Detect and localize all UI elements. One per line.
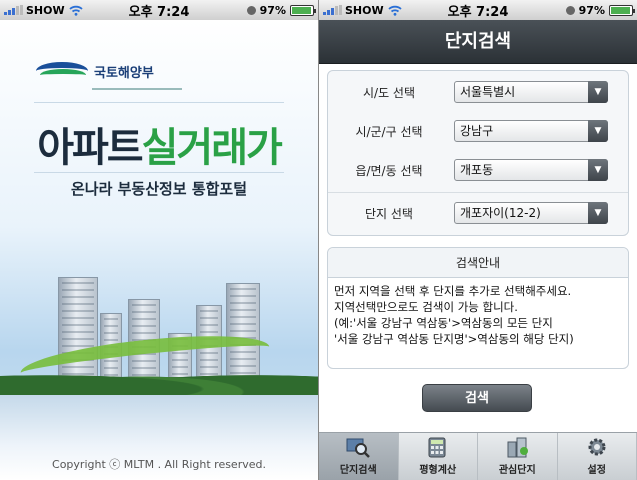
divider [34, 102, 284, 103]
carrier-name: SHOW [26, 3, 65, 17]
guide-line: 지역선택만으로도 검색이 가능 합니다. [334, 300, 518, 314]
divider [328, 192, 628, 193]
field-row-district: 시/군/구 선택 강남구 ▼ [328, 112, 628, 150]
carrier-name: SHOW [345, 3, 384, 17]
app-title: 아파트실거래가 [0, 115, 318, 173]
ministry-name: 국토해양부 [94, 65, 154, 81]
page-title: 단지검색 [319, 20, 637, 64]
orientation-lock-icon [246, 5, 256, 15]
ministry-logo-mark [36, 60, 88, 82]
field-row-complex: 단지 선택 개포자이(12-2) ▼ [328, 194, 628, 232]
field-row-province: 시/도 선택 서울특별시 ▼ [328, 73, 628, 111]
select-value: 서울특별시 [460, 85, 516, 99]
guide-title: 검색안내 [328, 248, 628, 278]
status-bar: SHOW 오후 7:24 97% [319, 0, 637, 20]
city-skyline-illustration [0, 255, 318, 395]
field-label: 단지 선택 [365, 206, 413, 221]
search-content: 시/도 선택 서울특별시 ▼ 시/군/구 선택 강남구 ▼ 읍/면/동 선택 개포동… [319, 64, 637, 432]
app-title-part2: 실거래가 [141, 125, 283, 171]
province-select[interactable]: 서울특별시 ▼ [454, 81, 608, 103]
guide-line: (예:'서울 강남구 역삼동'>역삼동의 모든 단지 [334, 316, 553, 330]
copyright-text: Copyright ⓒ MLTM . All Right reserved. [52, 458, 266, 471]
building-icon [507, 437, 529, 458]
ministry-logo: 국토해양부 [36, 60, 154, 82]
splash-screen: SHOW 오후 7:24 97% 국토해양부 아파트실거래가 온나라 부동산정보… [0, 0, 318, 480]
field-label: 시/도 선택 [362, 85, 416, 100]
ministry-subtext-line [92, 88, 182, 90]
search-button[interactable]: 검색 [422, 384, 532, 412]
calculator-icon [428, 437, 446, 458]
dropdown-arrow-icon: ▼ [588, 81, 608, 103]
tab-area-calculator[interactable]: 평형계산 [399, 433, 478, 480]
wifi-icon [69, 5, 83, 16]
tab-label: 평형계산 [419, 465, 457, 476]
wifi-icon [388, 5, 402, 16]
tab-label: 관심단지 [498, 465, 536, 476]
select-value: 강남구 [460, 124, 494, 138]
signal-icon [4, 5, 23, 15]
orientation-lock-icon [565, 5, 575, 15]
divider [34, 172, 284, 173]
battery-icon [290, 4, 316, 16]
battery-icon [609, 4, 635, 16]
select-value: 개포동 [460, 163, 494, 177]
tab-favorite-complex[interactable]: 관심단지 [478, 433, 558, 480]
guide-line: 먼저 지역을 선택 후 단지를 추가로 선택해주세요. [334, 284, 572, 298]
district-select[interactable]: 강남구 ▼ [454, 120, 608, 142]
search-map-icon [346, 438, 371, 458]
tab-bar: 단지검색 평형계산 관심단지 설정 [319, 432, 637, 480]
field-label: 읍/면/동 선택 [355, 163, 423, 178]
app-title-part1: 아파트 [37, 125, 143, 171]
splash-background: 국토해양부 아파트실거래가 온나라 부동산정보 통합포털 Copyright ⓒ… [0, 20, 318, 480]
search-screen: SHOW 오후 7:24 97% 단지검색 시/도 선택 서울특별시 ▼ 시/군/… [319, 0, 637, 480]
complex-select[interactable]: 개포자이(12-2) ▼ [454, 202, 608, 224]
status-bar: SHOW 오후 7:24 97% [0, 0, 318, 20]
battery-fill [292, 6, 312, 14]
field-row-dong: 읍/면/동 선택 개포동 ▼ [328, 151, 628, 189]
field-label: 시/군/구 선택 [355, 124, 423, 139]
dropdown-arrow-icon: ▼ [588, 159, 608, 181]
tab-label: 설정 [587, 465, 606, 476]
tab-complex-search[interactable]: 단지검색 [319, 433, 399, 480]
dropdown-arrow-icon: ▼ [588, 120, 608, 142]
battery-fill [611, 6, 631, 14]
guide-line: '서울 강남구 역삼동 단지명'>역삼동의 해당 단지) [334, 332, 574, 346]
search-guide-panel: 검색안내 먼저 지역을 선택 후 단지를 추가로 선택해주세요. 지역선택만으로… [327, 247, 629, 369]
tab-label: 단지검색 [339, 465, 377, 476]
signal-icon [323, 5, 342, 15]
tab-settings[interactable]: 설정 [558, 433, 637, 480]
region-select-panel: 시/도 선택 서울특별시 ▼ 시/군/구 선택 강남구 ▼ 읍/면/동 선택 개포동… [327, 70, 629, 236]
battery-percent: 97% [578, 3, 605, 17]
dropdown-arrow-icon: ▼ [588, 202, 608, 224]
select-value: 개포자이(12-2) [460, 206, 541, 220]
dong-select[interactable]: 개포동 ▼ [454, 159, 608, 181]
guide-text: 먼저 지역을 선택 후 단지를 추가로 선택해주세요. 지역선택만으로도 검색이… [328, 278, 628, 352]
battery-percent: 97% [259, 3, 286, 17]
app-subtitle: 온나라 부동산정보 통합포털 [70, 180, 248, 198]
gear-icon [588, 438, 606, 456]
